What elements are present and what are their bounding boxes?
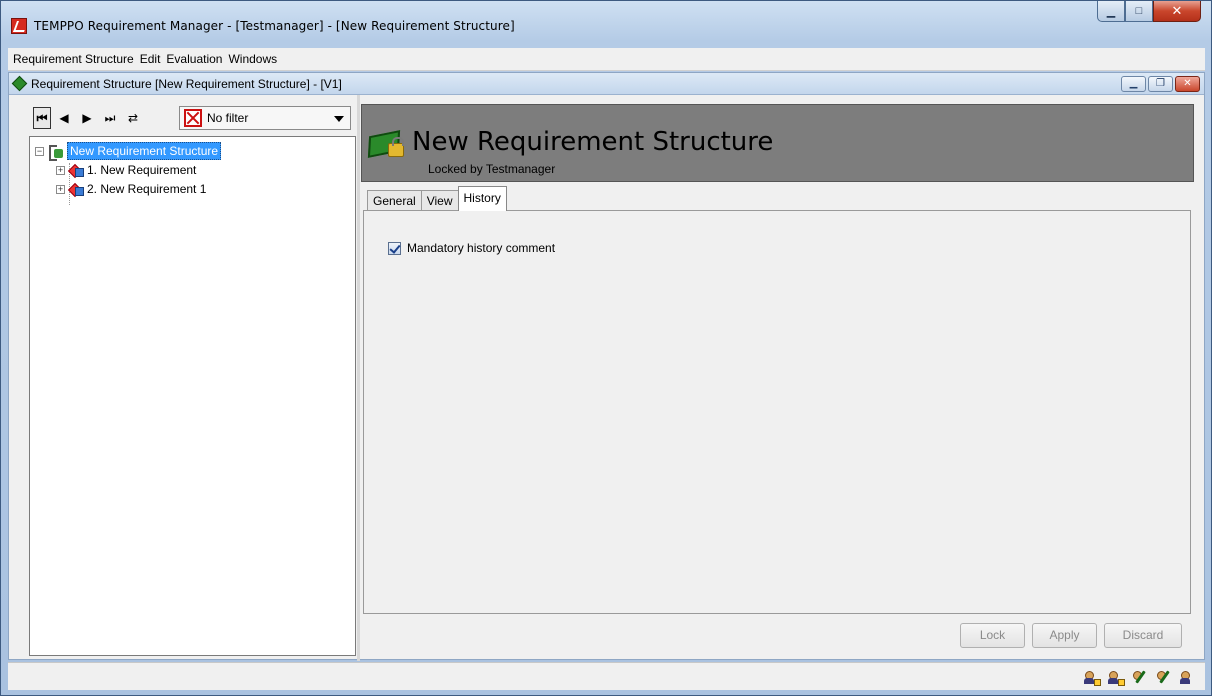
- tree-item[interactable]: + 2. New Requirement 1: [56, 180, 206, 198]
- chevron-down-icon: [334, 116, 344, 122]
- help-icon[interactable]: [1179, 668, 1197, 686]
- detail-header: New Requirement Structure Locked by Test…: [361, 104, 1194, 182]
- last-icon[interactable]: ⏭: [100, 108, 120, 128]
- requirement-structure-window: Requirement Structure [New Requirement S…: [8, 72, 1205, 661]
- discard-button[interactable]: Discard: [1104, 623, 1182, 648]
- requirement-tree: − New Requirement Structure + 1. New Req…: [29, 136, 356, 656]
- title-bar[interactable]: TEMPPO Requirement Manager - [Testmanage…: [1, 1, 1211, 45]
- expand-icon[interactable]: +: [56, 184, 65, 194]
- refresh-icon[interactable]: ⇄: [123, 108, 143, 128]
- tree-root-label: New Requirement Structure: [67, 142, 222, 160]
- window-controls: ▁ □ ✕: [1097, 1, 1201, 23]
- menu-evaluation[interactable]: Evaluation: [163, 52, 225, 66]
- locked-structure-icon: [365, 127, 407, 163]
- filter-dropdown[interactable]: No filter: [179, 106, 351, 130]
- child-title-bar[interactable]: Requirement Structure [New Requirement S…: [9, 73, 1204, 95]
- detail-panel: New Requirement Structure Locked by Test…: [361, 104, 1194, 657]
- mandatory-history-comment-option[interactable]: Mandatory history comment: [388, 241, 555, 255]
- tab-history[interactable]: History: [457, 186, 507, 211]
- tree-root[interactable]: − New Requirement Structure: [35, 142, 222, 161]
- menu-requirement-structure[interactable]: Requirement Structure: [10, 52, 137, 66]
- checkbox-label: Mandatory history comment: [407, 241, 556, 255]
- check-edit-icon[interactable]: [1155, 668, 1173, 686]
- user-icon[interactable]: [1083, 668, 1101, 686]
- menu-windows[interactable]: Windows: [225, 52, 280, 66]
- app-logo-icon: [11, 18, 27, 34]
- child-window-title: Requirement Structure [New Requirement S…: [31, 77, 342, 91]
- tree-item-label: 2. New Requirement 1: [87, 182, 207, 196]
- maximize-button[interactable]: □: [1125, 1, 1153, 22]
- menu-edit[interactable]: Edit: [137, 52, 164, 66]
- structure-icon: [11, 75, 28, 92]
- lock-status: Locked by Testmanager: [428, 162, 556, 176]
- previous-icon[interactable]: ◀: [54, 108, 74, 128]
- user-list-icon[interactable]: [1107, 668, 1125, 686]
- structure-root-icon: [48, 143, 64, 161]
- mandatory-history-comment-checkbox[interactable]: [388, 241, 401, 255]
- close-button[interactable]: ✕: [1153, 1, 1201, 22]
- detail-tabs: General View History: [367, 186, 507, 211]
- child-restore-button[interactable]: ❐: [1148, 76, 1173, 92]
- status-icons: [1083, 668, 1197, 686]
- app-window: TEMPPO Requirement Manager - [Testmanage…: [0, 0, 1212, 696]
- lock-button[interactable]: Lock: [960, 623, 1025, 648]
- history-tab-content: Mandatory history comment: [363, 210, 1191, 614]
- next-icon[interactable]: ▶: [77, 108, 97, 128]
- minimize-button[interactable]: ▁: [1097, 1, 1125, 22]
- child-close-button[interactable]: ✕: [1175, 76, 1200, 92]
- status-bar: [8, 662, 1205, 690]
- child-window-controls: ▁ ❐ ✕: [1121, 76, 1200, 92]
- expand-icon[interactable]: +: [56, 165, 65, 175]
- child-minimize-button[interactable]: ▁: [1121, 76, 1146, 92]
- filter-value: No filter: [207, 111, 249, 125]
- first-icon[interactable]: ⏮: [33, 107, 51, 129]
- navigation-panel: ⏮ ◀ ▶ ⏭ ⇄ No filter − New Requirement St…: [29, 103, 356, 656]
- requirement-icon: [69, 182, 84, 196]
- action-buttons: Lock Apply Discard: [960, 623, 1182, 648]
- panel-splitter[interactable]: [357, 95, 360, 661]
- edit-icon[interactable]: [1131, 668, 1149, 686]
- tab-general[interactable]: General: [367, 190, 422, 211]
- detail-title: New Requirement Structure: [412, 127, 774, 157]
- apply-button[interactable]: Apply: [1032, 623, 1097, 648]
- filter-off-icon: [184, 109, 202, 127]
- tree-item[interactable]: + 1. New Requirement: [56, 161, 196, 179]
- tab-view[interactable]: View: [420, 190, 459, 211]
- tree-item-label: 1. New Requirement: [87, 163, 197, 177]
- requirement-icon: [69, 163, 84, 177]
- window-title: TEMPPO Requirement Manager - [Testmanage…: [34, 19, 515, 33]
- menu-bar: Requirement Structure Edit Evaluation Wi…: [8, 48, 1205, 71]
- collapse-icon[interactable]: −: [35, 146, 44, 156]
